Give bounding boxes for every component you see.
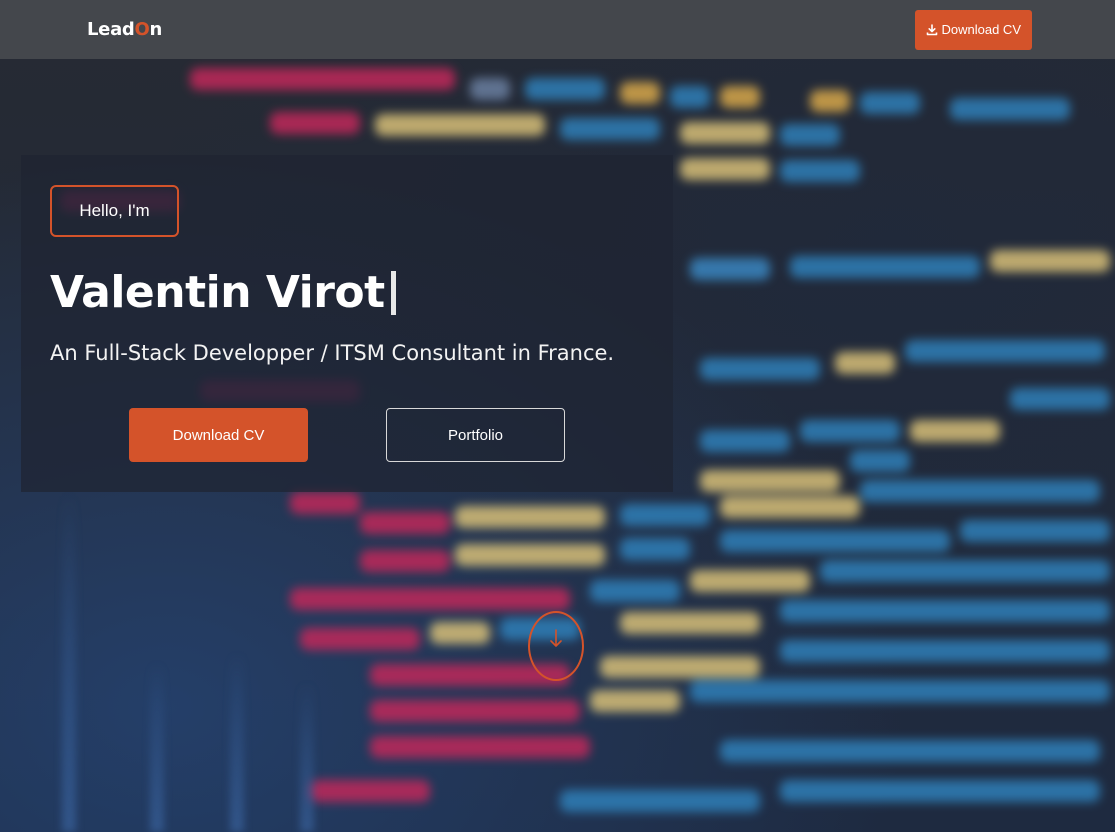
site-logo[interactable]: LeadOn xyxy=(87,19,162,40)
hero-card: Hello, I'm Valentin Virot An Full-Stack … xyxy=(21,155,673,492)
typing-caret xyxy=(390,270,396,315)
logo-text-accent: O xyxy=(134,19,150,40)
navbar: LeadOn Download CV xyxy=(0,0,1115,59)
logo-text-start: Lead xyxy=(87,19,135,40)
logo-text-end: n xyxy=(149,19,163,40)
arrow-down-icon xyxy=(549,629,563,653)
greeting-badge: Hello, I'm xyxy=(50,185,179,237)
portfolio-button[interactable]: Portfolio xyxy=(386,408,565,462)
hero-tagline: An Full-Stack Developper / ITSM Consulta… xyxy=(50,341,615,365)
nav-download-cv-label: Download CV xyxy=(941,22,1022,37)
hero-name: Valentin Virot xyxy=(50,267,396,318)
hero-name-text: Valentin Virot xyxy=(50,267,385,318)
download-icon xyxy=(926,23,938,36)
scroll-down-button[interactable] xyxy=(528,611,584,681)
download-cv-button[interactable]: Download CV xyxy=(129,408,308,462)
nav-download-cv-button[interactable]: Download CV xyxy=(914,9,1032,50)
